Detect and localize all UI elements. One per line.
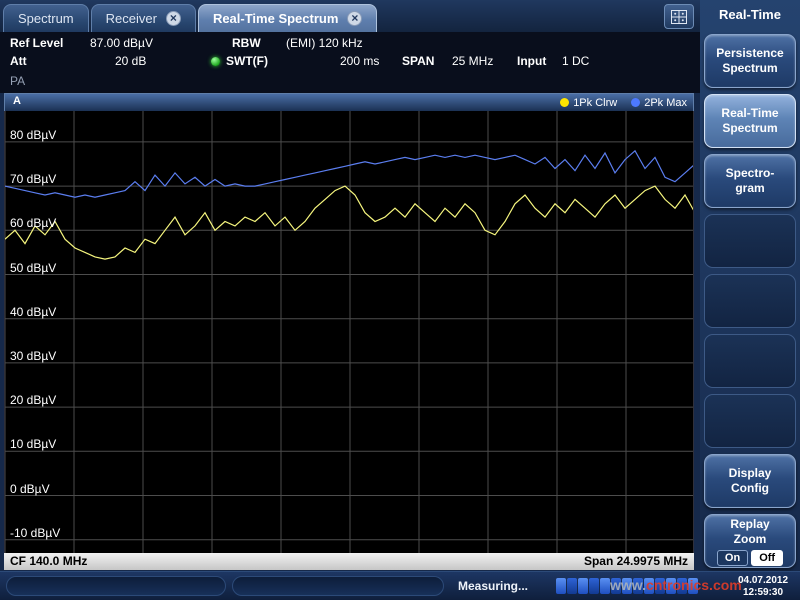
spectrum-plot-svg [5, 111, 694, 553]
progress-segment [622, 578, 632, 594]
softkey-empty [704, 334, 796, 388]
progress-segment [611, 578, 621, 594]
progress-segment [666, 578, 676, 594]
tab-label: Receiver [106, 11, 157, 26]
swt-label: SWT(F) [226, 54, 268, 68]
progress-segment [556, 578, 566, 594]
center-frequency-readout: CF 140.0 MHz [10, 553, 87, 570]
softkey-empty [704, 274, 796, 328]
progress-segment [633, 578, 643, 594]
window-layout-icon [671, 10, 687, 24]
softkey-label: Spectrum [722, 121, 777, 136]
rbw-value[interactable]: (EMI) 120 kHz [286, 36, 363, 50]
tab-bar: Spectrum Receiver × Real-Time Spectrum × [0, 0, 700, 32]
transducer-label: PA [10, 74, 25, 88]
softkey-label: gram [735, 181, 764, 196]
tab-label: Real-Time Spectrum [213, 11, 338, 26]
legend-dot [560, 98, 569, 107]
span-value[interactable]: 25 MHz [452, 54, 493, 68]
toggle-option-on[interactable]: On [717, 550, 748, 566]
y-tick-label: 10 dBµV [10, 437, 56, 451]
input-value[interactable]: 1 DC [562, 54, 589, 68]
att-label: Att [10, 54, 27, 68]
swt-value[interactable]: 200 ms [340, 54, 379, 68]
chart-window: A 1Pk Clrw 2Pk Max 80 dBµV 70 dBµV 60 dBµV 5… [4, 93, 694, 570]
tab-receiver[interactable]: Receiver × [91, 4, 196, 32]
softkey-label: Replay [730, 517, 769, 532]
ref-level-value[interactable]: 87.00 dBµV [90, 36, 153, 50]
tab-label: Spectrum [18, 11, 74, 26]
tab-spectrum[interactable]: Spectrum [3, 4, 89, 32]
softkey-menu-title: Real-Time [700, 0, 800, 30]
softkey-persistence-spectrum[interactable]: PersistenceSpectrum [704, 34, 796, 88]
softkey-empty [704, 214, 796, 268]
legend-label: 2Pk Max [644, 97, 687, 109]
progress-segment [589, 578, 599, 594]
settings-bar: Ref Level 87.00 dBµV RBW (EMI) 120 kHz A… [0, 32, 700, 93]
att-value[interactable]: 20 dB [115, 54, 146, 68]
tab-real-time-spectrum[interactable]: Real-Time Spectrum × [198, 4, 377, 32]
chart-header: A 1Pk Clrw 2Pk Max [4, 93, 694, 111]
date-text: 04.07.2012 [730, 575, 796, 587]
progress-segment [688, 578, 698, 594]
softkey-spectro-gram[interactable]: Spectro-gram [704, 154, 796, 208]
softkey-replay-zoom[interactable]: ReplayZoom OnOff [704, 514, 796, 568]
time-text: 12:59:30 [730, 587, 796, 599]
progress-bar [556, 578, 698, 594]
tab-strip: Spectrum Receiver × Real-Time Spectrum × [0, 4, 378, 32]
softkey-label: Config [731, 481, 769, 496]
softkey-label: Zoom [734, 532, 767, 547]
legend-1pk-clrw: 1Pk Clrw [560, 97, 617, 109]
input-label: Input [517, 54, 546, 68]
progress-segment [677, 578, 687, 594]
softkey-label: Spectro- [726, 166, 775, 181]
y-tick-label: 40 dBµV [10, 305, 56, 319]
progress-segment [567, 578, 577, 594]
measurement-status-text: Measuring... [458, 579, 528, 593]
chart-footer: CF 140.0 MHz Span 24.9975 MHz [4, 553, 694, 570]
softkey-empty [704, 394, 796, 448]
y-tick-label: 20 dBµV [10, 393, 56, 407]
softkey-label: Persistence [716, 46, 783, 61]
softkey-real-time-spectrum[interactable]: Real-TimeSpectrum [704, 94, 796, 148]
span-label: SPAN [402, 54, 434, 68]
softkey-label: Display [729, 466, 772, 481]
tab-close-icon[interactable]: × [347, 11, 362, 26]
y-tick-label: 0 dBµV [10, 482, 50, 496]
status-bar: Measuring... www.cntronics.com 04.07.201… [0, 571, 800, 600]
replay-zoom-toggle: OnOff [717, 550, 783, 566]
y-tick-label: -10 dBµV [10, 526, 60, 540]
y-tick-label: 70 dBµV [10, 172, 56, 186]
ref-level-label: Ref Level [10, 36, 63, 50]
tab-close-icon[interactable]: × [166, 11, 181, 26]
y-tick-label: 80 dBµV [10, 128, 56, 142]
progress-segment [655, 578, 665, 594]
progress-segment [600, 578, 610, 594]
statusbar-panel-left [6, 576, 226, 596]
progress-segment [578, 578, 588, 594]
rbw-label: RBW [232, 36, 261, 50]
trace-legend: 1Pk Clrw 2Pk Max [560, 94, 687, 111]
softkey-label: Spectrum [722, 61, 777, 76]
softkey-menu: Real-Time PersistenceSpectrumReal-TimeSp… [700, 0, 800, 572]
legend-dot [631, 98, 640, 107]
window-layout-button[interactable] [664, 4, 694, 29]
y-tick-label: 60 dBµV [10, 216, 56, 230]
legend-label: 1Pk Clrw [573, 97, 617, 109]
datetime-display: 04.07.2012 12:59:30 [730, 575, 796, 599]
toggle-option-off[interactable]: Off [751, 550, 783, 566]
legend-2pk-max: 2Pk Max [631, 97, 687, 109]
softkey-label: Real-Time [721, 106, 778, 121]
y-tick-label: 50 dBµV [10, 261, 56, 275]
y-tick-label: 30 dBµV [10, 349, 56, 363]
softkey-display-config[interactable]: DisplayConfig [704, 454, 796, 508]
sweep-status-led [211, 57, 220, 66]
span-readout: Span 24.9975 MHz [584, 553, 688, 570]
window-label: A [13, 95, 21, 107]
statusbar-panel-center [232, 576, 444, 596]
progress-segment [644, 578, 654, 594]
plot-area: 80 dBµV 70 dBµV 60 dBµV 50 dBµV 40 dBµV 30 dB… [4, 111, 694, 553]
